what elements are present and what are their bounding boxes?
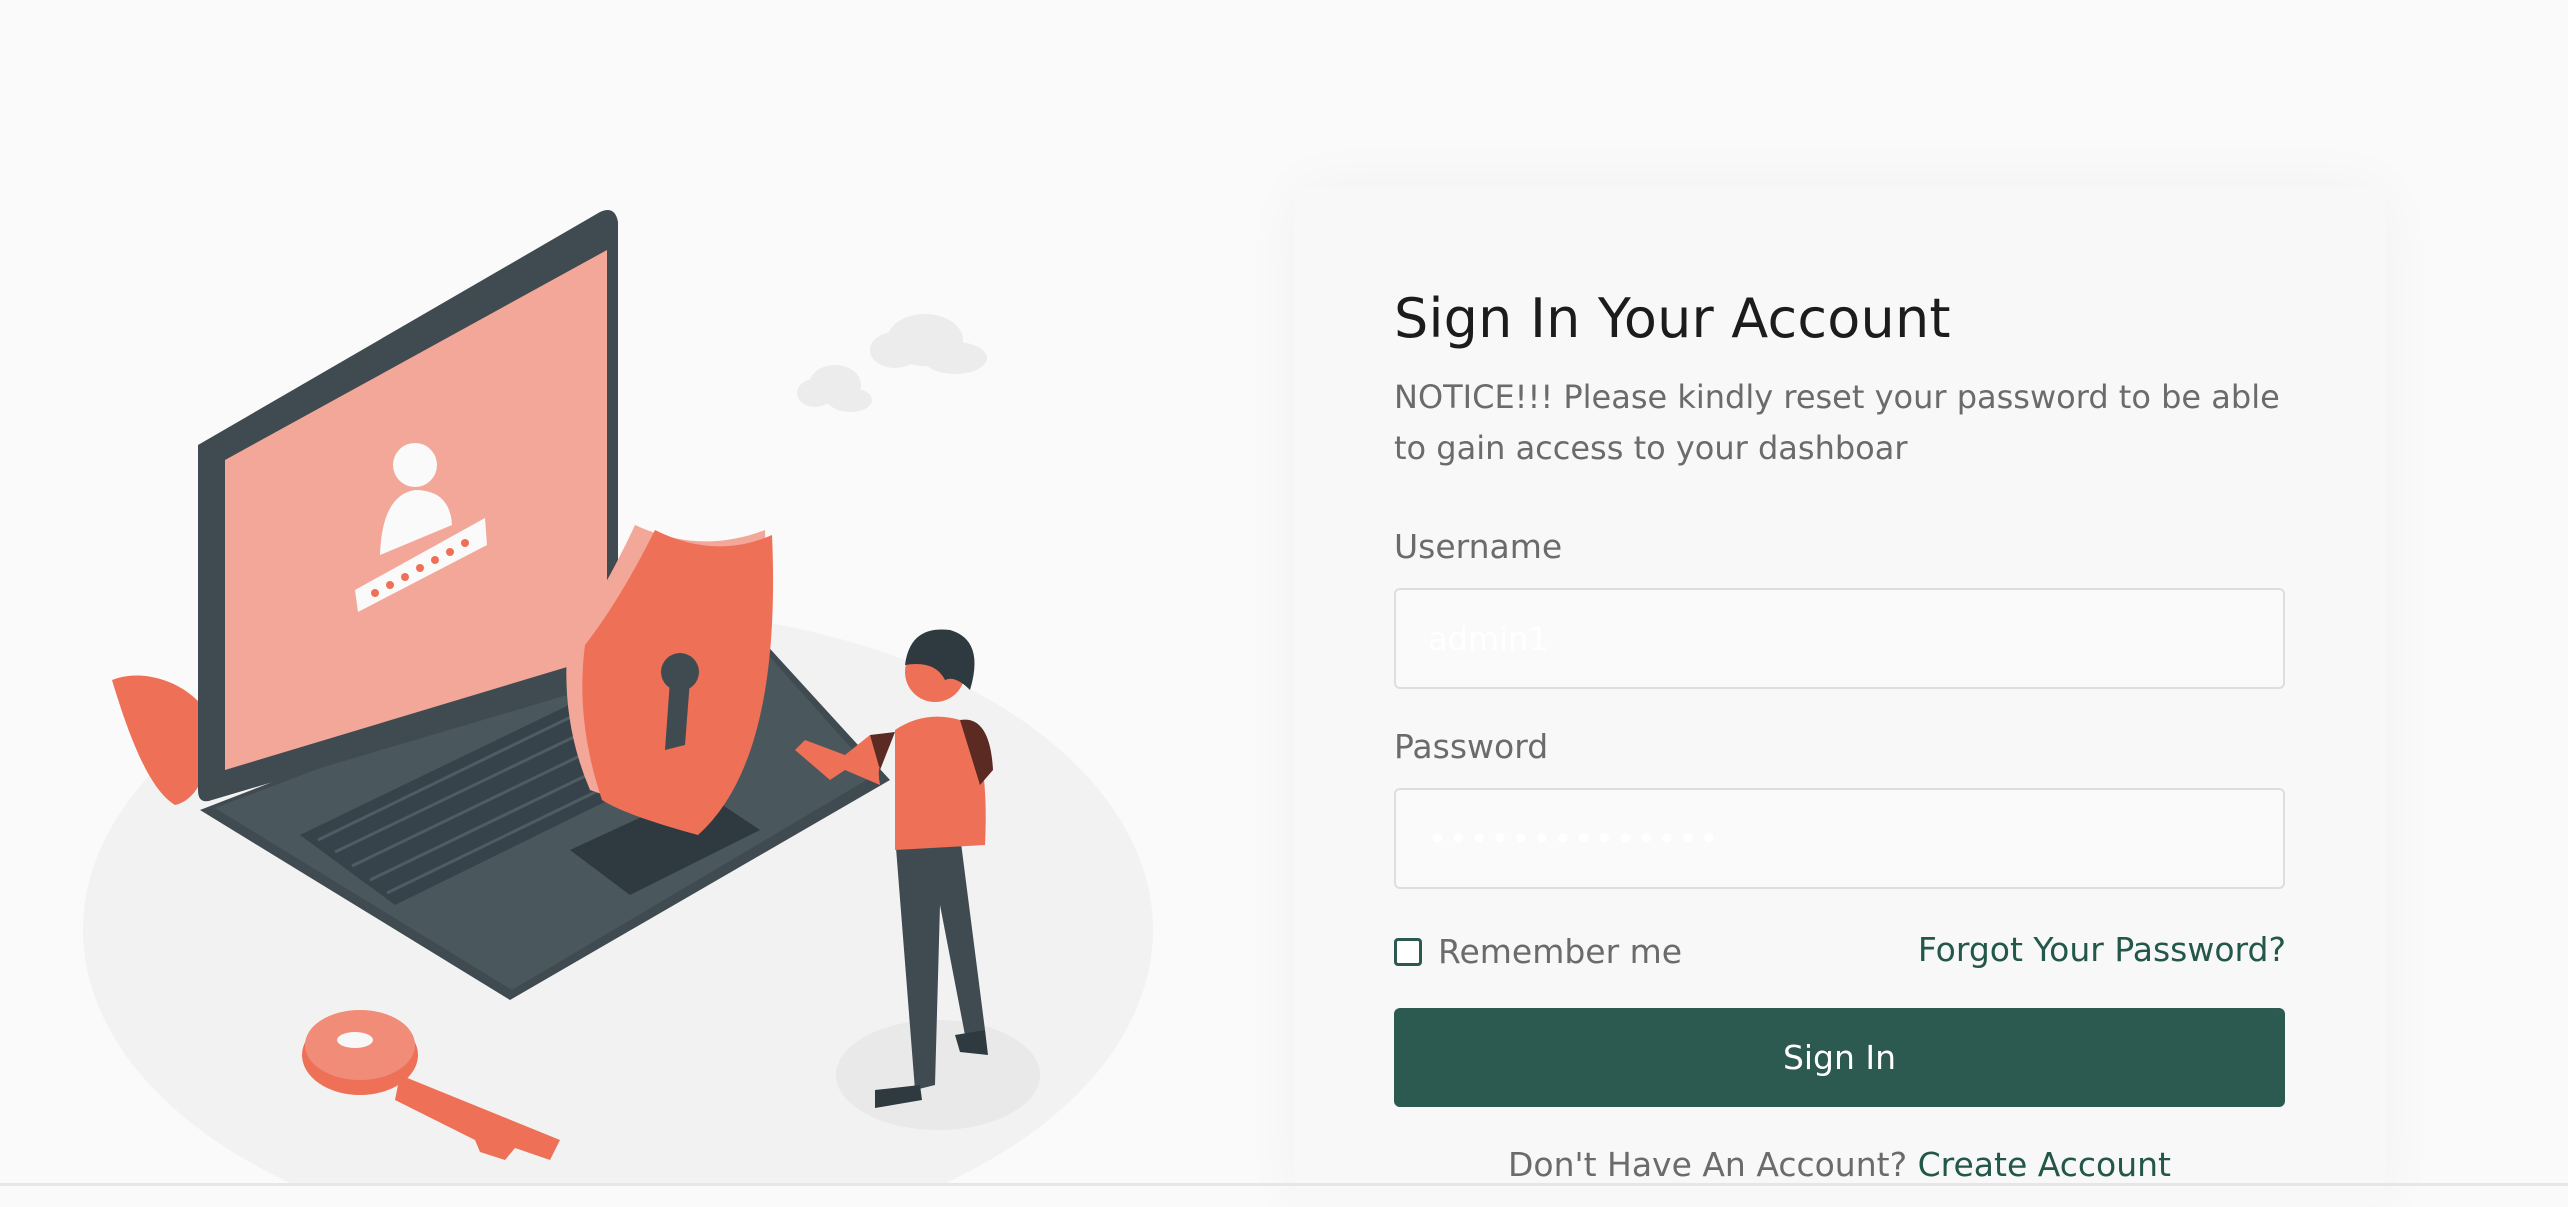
username-input[interactable] [1394, 588, 2285, 689]
page-title: Sign In Your Account [1394, 287, 1951, 350]
sign-in-button[interactable]: Sign In [1394, 1008, 2285, 1107]
forgot-password-link[interactable]: Forgot Your Password? [1918, 930, 2286, 969]
remember-me-checkbox[interactable] [1394, 937, 1422, 966]
remember-me-label: Remember me [1438, 932, 1683, 971]
password-label: Password [1394, 727, 1549, 766]
create-account-link[interactable]: Create Account [1918, 1145, 2171, 1184]
remember-me-toggle[interactable]: Remember me [1394, 932, 1682, 971]
login-card: Sign In Your Account NOTICE!!! Please ki… [1294, 187, 2386, 1207]
notice-text: NOTICE!!! Please kindly reset your passw… [1394, 378, 2280, 467]
signup-prompt-text: Don't Have An Account? [1507, 1145, 1908, 1184]
signup-prompt: Don't Have An Account? Create Account [1394, 1145, 2285, 1184]
password-input[interactable] [1394, 788, 2285, 889]
security-illustration [0, 0, 1260, 1186]
cloud-icon [797, 314, 987, 412]
username-label: Username [1394, 527, 1563, 566]
leaf-icon [112, 675, 211, 805]
